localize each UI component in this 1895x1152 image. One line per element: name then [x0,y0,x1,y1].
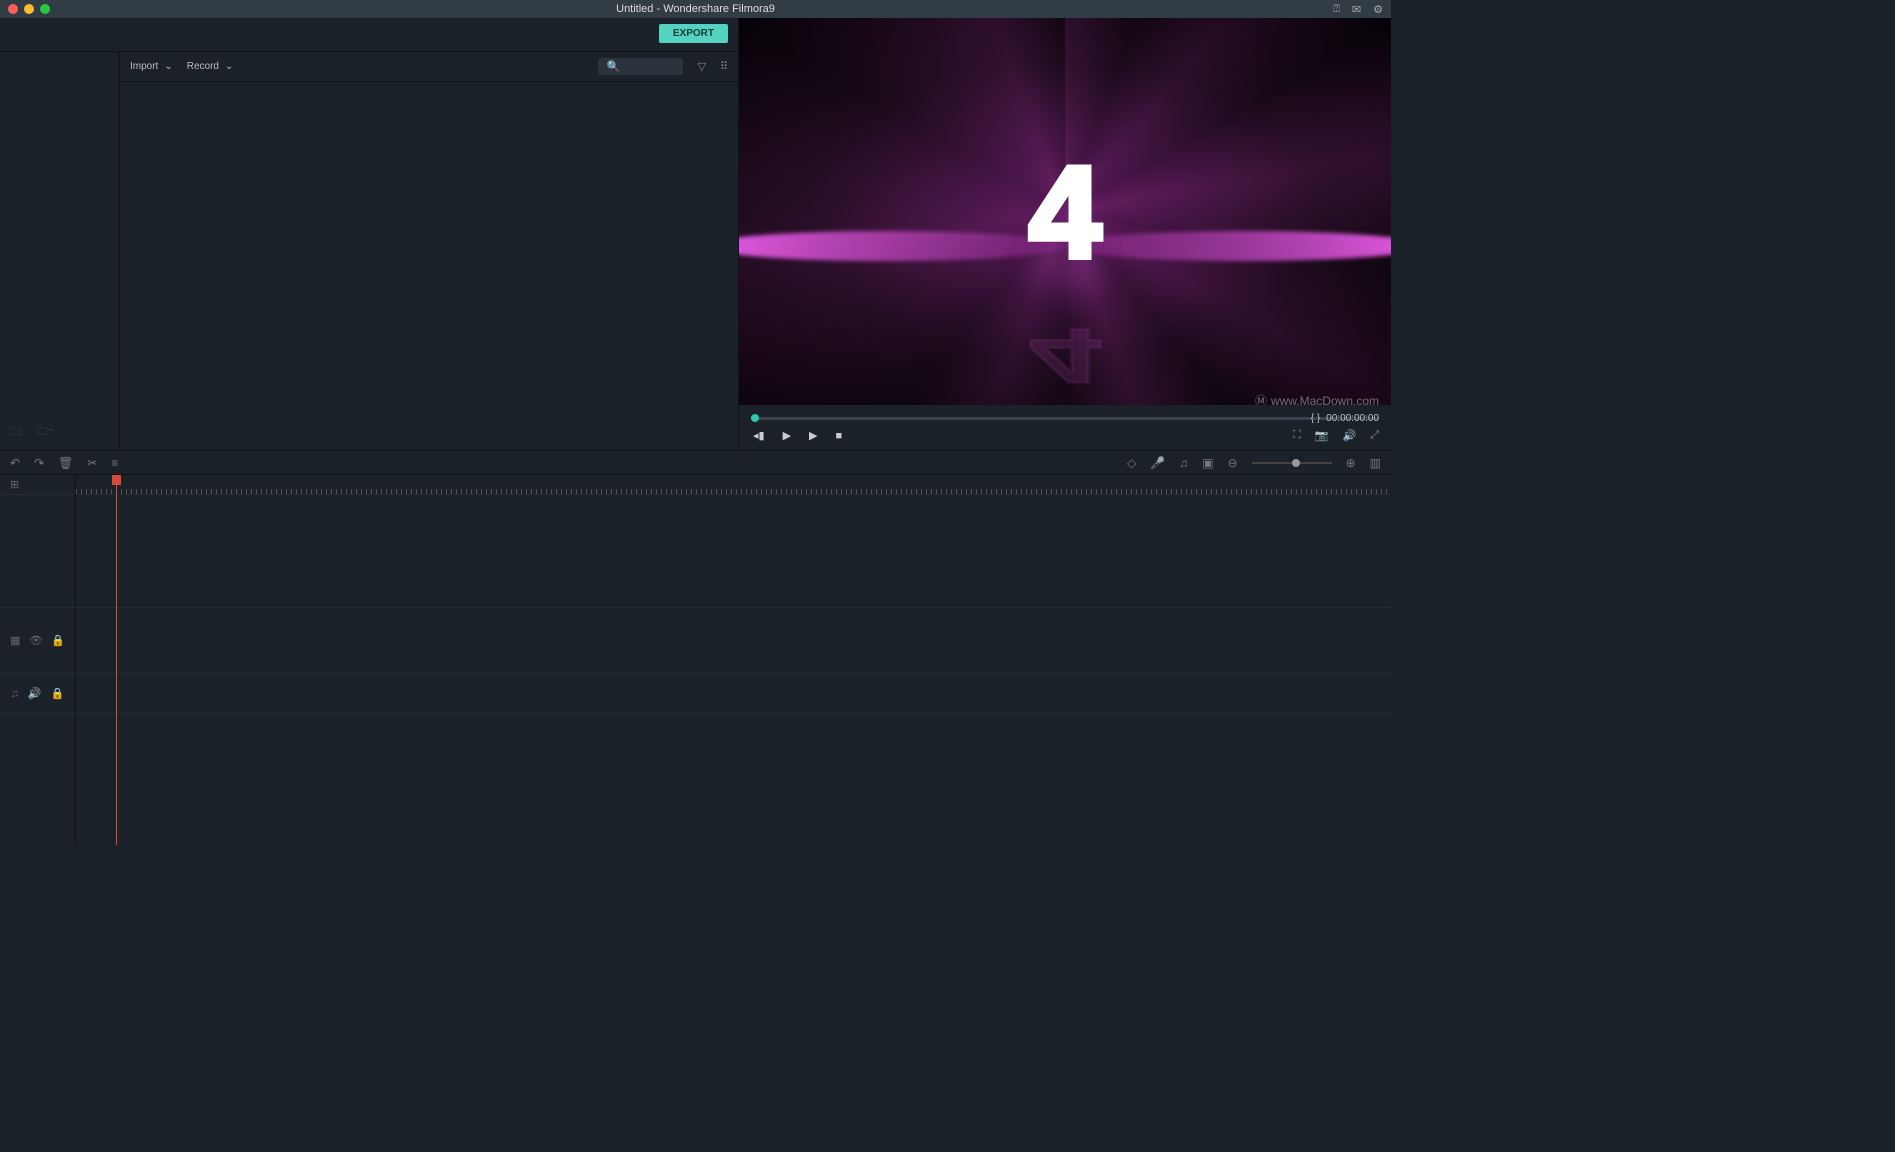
play-button[interactable]: ▶ [783,429,791,442]
search-input[interactable] [625,61,680,72]
audio-track-header[interactable]: ♫ 🔊 🔒 [0,674,75,714]
new-folder-icon[interactable]: 🗀 [10,423,21,442]
window-controls [8,4,50,14]
marker-icon[interactable]: ◇ [1127,456,1136,470]
play-clip-button[interactable]: ▶ [809,429,817,442]
media-grid [120,82,738,450]
window-title: Untitled - Wondershare Filmora9 [616,3,775,15]
lock-icon[interactable]: 🔒 [51,634,65,647]
preview-scrubber[interactable]: { } 00:00:00:00 [751,411,1379,425]
video-track-header[interactable]: ▦ 👁 🔒 [0,608,75,674]
grid-view-icon[interactable]: ⠿ [720,60,728,73]
zoom-slider[interactable] [1252,462,1332,464]
watermark: Ⓜ www.MacDown.com [1255,392,1379,405]
markers-indicator: { } [1311,413,1320,424]
prev-frame-button[interactable]: ◂▮ [753,429,765,442]
preview-numeral: 4 [1029,137,1101,287]
crop-button[interactable]: ≡ [111,456,118,470]
visibility-icon[interactable]: 👁 [29,634,43,647]
record-dropdown[interactable]: Record ⌄ [187,61,234,72]
undo-button[interactable]: ↶ [10,456,20,470]
close-window[interactable] [8,4,18,14]
zoom-in-button[interactable]: ⊕ [1346,456,1356,470]
zoom-out-button[interactable]: ⊖ [1228,456,1238,470]
mute-icon[interactable]: 🔊 [28,687,42,700]
tabs-bar: EXPORT [0,18,738,52]
maximize-window[interactable] [40,4,50,14]
timeline-ruler[interactable] [76,475,1391,495]
settings-icon[interactable]: ⚙ [1373,3,1383,16]
watermark-icon: Ⓜ [1255,392,1267,405]
playhead[interactable] [116,475,117,845]
snapshot-icon[interactable]: 📷 [1315,429,1329,442]
lock-icon[interactable]: 🔒 [51,687,65,700]
volume-icon[interactable]: 🔊 [1342,429,1356,442]
filmstrip-icon: ▦ [10,634,20,647]
preview-panel: 4 4 Ⓜ www.MacDown.com { } 00:00:00:00 ◂▮ [739,18,1391,450]
mic-icon[interactable]: 🎤 [1150,456,1165,470]
zoom-fit-button[interactable]: ▥ [1370,456,1381,470]
manage-tracks-button[interactable]: ⊞ [0,475,75,495]
split-button[interactable]: ✂ [87,456,97,470]
timeline: ↶ ↷ 🗑 ✂ ≡ ◇ 🎤 ♫ ▣ ⊖ ⊕ ▥ ⊞ ▦ 👁 🔒 [0,450,1391,845]
export-button[interactable]: EXPORT [659,24,728,43]
media-content: Import ⌄ Record ⌄ 🔍 ▽ ⠿ [120,52,738,450]
minimize-window[interactable] [24,4,34,14]
audio-track[interactable] [76,674,1391,714]
media-panel: EXPORT 🗀 🗀⁻ Import ⌄ Record ⌄ [0,18,739,450]
search-box[interactable]: 🔍 [598,58,683,75]
preview-viewport[interactable]: 4 4 Ⓜ www.MacDown.com [739,18,1391,405]
import-dropdown[interactable]: Import ⌄ [130,61,173,72]
chevron-down-icon: ⌄ [164,61,172,72]
delete-button[interactable]: 🗑 [58,456,73,470]
mixer-icon[interactable]: ♫ [1179,456,1188,470]
music-icon: ♫ [11,688,19,700]
titlebar: Untitled - Wondershare Filmora9 ⍰ ✉ ⚙ [0,0,1391,18]
render-icon[interactable]: ▣ [1202,456,1213,470]
empty-track[interactable] [76,495,1391,608]
search-icon: 🔍 [606,60,620,73]
delete-folder-icon[interactable]: 🗀⁻ [37,423,54,442]
chevron-down-icon: ⌄ [225,61,233,72]
fullscreen-icon[interactable]: ⤢ [1370,429,1379,442]
timecode: 00:00:00:00 [1326,413,1379,424]
video-track[interactable] [76,608,1391,674]
filter-icon[interactable]: ▽ [697,60,705,73]
user-icon[interactable]: ⍰ [1333,3,1340,16]
sidebar: 🗀 🗀⁻ [0,52,120,450]
stop-button[interactable]: ■ [836,430,843,442]
quality-icon[interactable]: ⛶ [1293,429,1301,442]
mail-icon[interactable]: ✉ [1352,3,1361,16]
redo-button[interactable]: ↷ [34,456,44,470]
